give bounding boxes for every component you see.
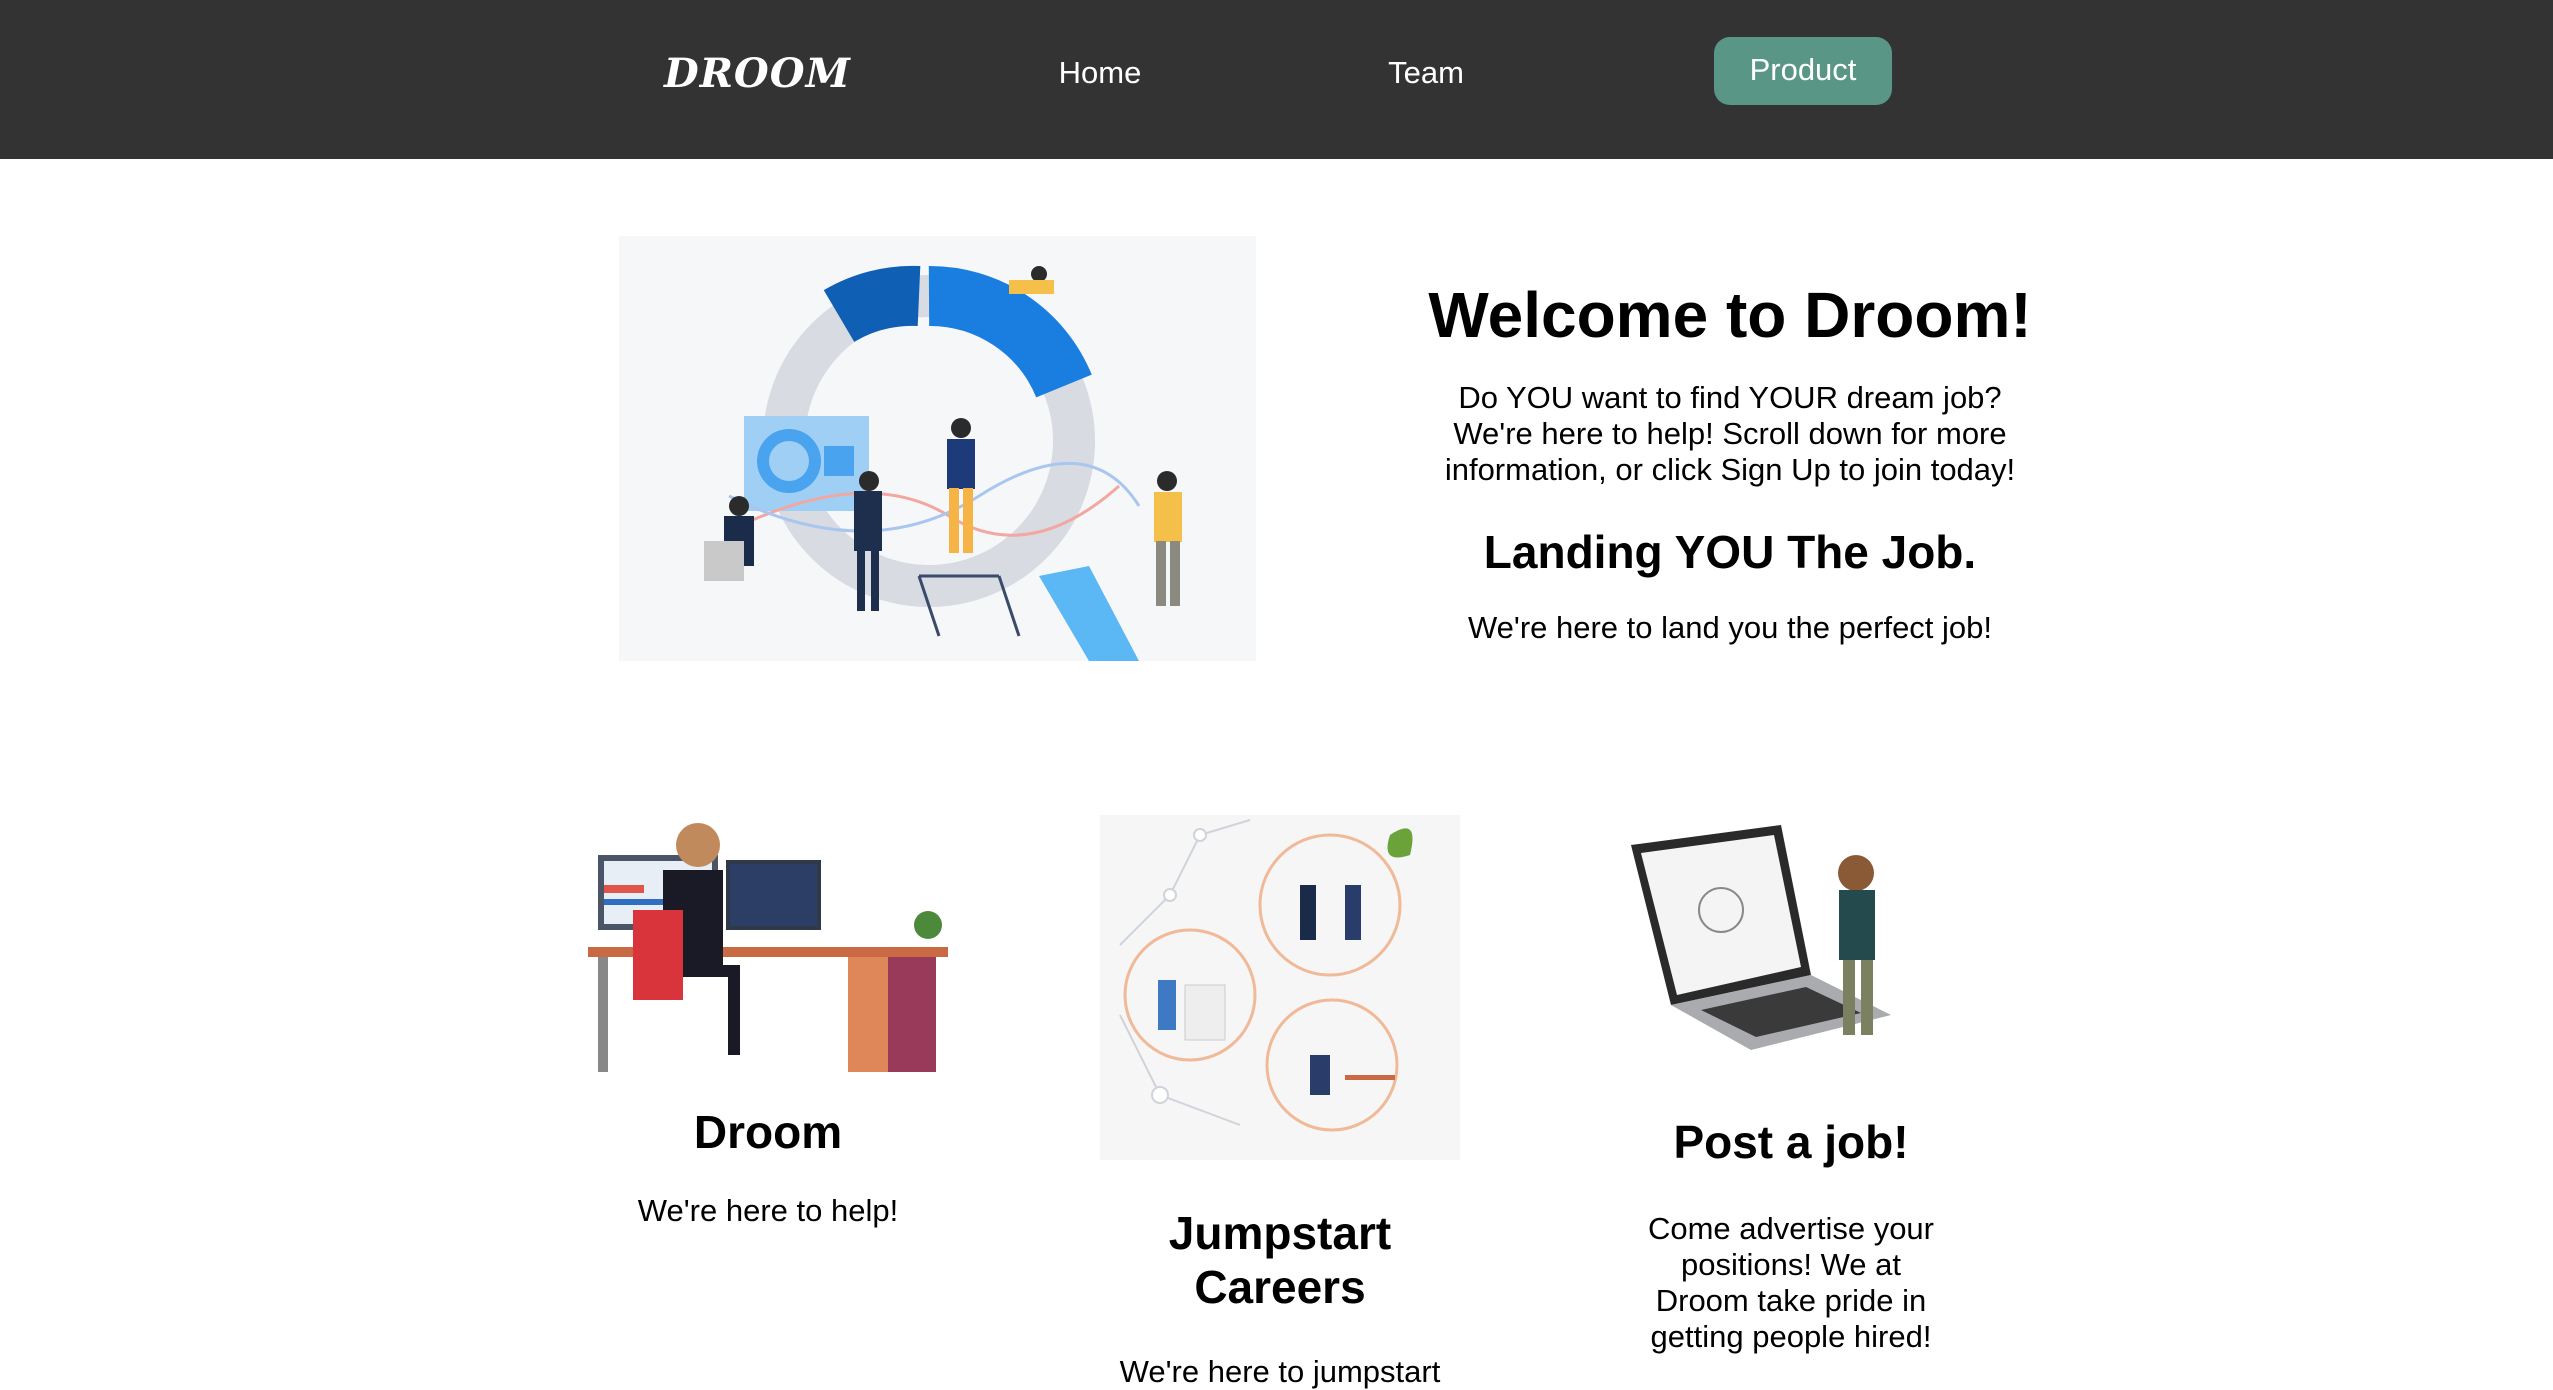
card-title: Post a job! <box>1673 1116 1909 1168</box>
hero-description: Do YOU want to find YOUR dream job? We'r… <box>1444 380 2016 487</box>
nav-team-link[interactable]: Team <box>1370 48 1482 98</box>
careers-illustration <box>1100 815 1460 1160</box>
card-droom: Droom We're here to help! <box>568 815 968 1229</box>
card-title: Droom <box>693 1106 843 1158</box>
post-job-illustration <box>1611 815 1971 1065</box>
card-title: Jumpstart Careers <box>1168 1207 1392 1313</box>
developer-at-desk-icon <box>588 823 948 1072</box>
hero-tagline: We're here to land you the perfect job! <box>1467 610 1993 645</box>
navbar: DROOM Home Team Product <box>0 0 2553 159</box>
career-network-icon <box>1100 815 1460 1160</box>
card-jumpstart: Jumpstart Careers We're here to jumpstar… <box>1080 815 1480 1390</box>
card-post-job: Post a job! Come advertise your position… <box>1591 815 1991 1355</box>
developer-illustration <box>588 815 948 1075</box>
laptop-idea-icon <box>1631 825 1891 1050</box>
card-text: Come advertise your positions! We at Dro… <box>1647 1211 1934 1354</box>
team-analytics-illustration <box>619 236 1256 661</box>
hero-title: Welcome to Droom! <box>1428 279 2032 351</box>
hero-illustration <box>619 236 1256 661</box>
nav-home-link[interactable]: Home <box>1040 48 1160 98</box>
product-button[interactable]: Product <box>1714 37 1892 105</box>
logo[interactable]: DROOM <box>664 46 850 102</box>
card-text: We're here to jumpstart <box>1119 1354 1441 1389</box>
hero-section: Welcome to Droom! Do YOU want to find YO… <box>1400 270 2060 648</box>
card-text: We're here to help! <box>637 1193 899 1228</box>
hero-subtitle: Landing YOU The Job. <box>1483 526 1977 578</box>
